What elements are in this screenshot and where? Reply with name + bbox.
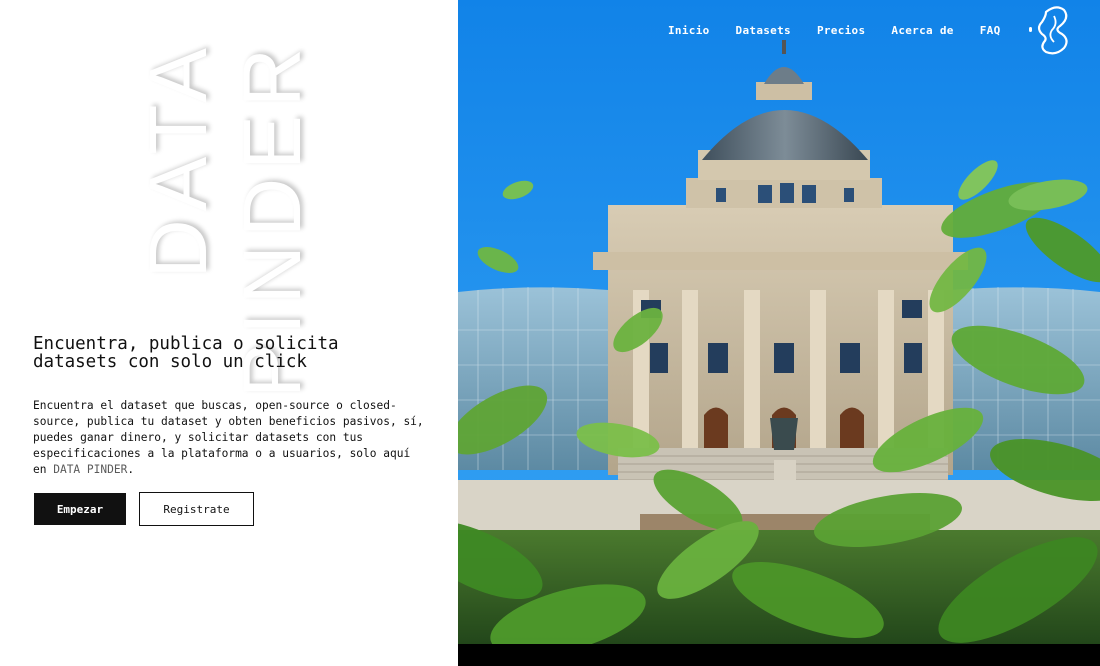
register-button[interactable]: Registrate (139, 492, 254, 526)
start-button[interactable]: Empezar (34, 493, 126, 525)
nav-link-precios[interactable]: Precios (817, 24, 865, 37)
nav-link-acerca-de[interactable]: Acerca de (891, 24, 953, 37)
hero-description-brand: DATA PINDER (53, 463, 128, 476)
background-word-data: DATA (133, 40, 224, 279)
nav-indicator-dot (1029, 27, 1032, 32)
hero-description: Encuentra el dataset que buscas, open-so… (33, 398, 428, 478)
nav-link-datasets[interactable]: Datasets (736, 24, 791, 37)
nav-link-faq[interactable]: FAQ (980, 24, 1001, 37)
nav-link-inicio[interactable]: Inicio (668, 24, 710, 37)
hero-left-panel: DATA PINDER Encuentra, publica o solicit… (0, 0, 458, 666)
hero-image (458, 0, 1100, 666)
building-photo (458, 0, 1100, 666)
hero-headline: Encuentra, publica o solicita datasets c… (33, 334, 339, 372)
bottom-bar (458, 644, 1100, 666)
main-nav: Inicio Datasets Precios Acerca de FAQ (668, 22, 1001, 38)
dp-logo-icon[interactable] (1034, 6, 1076, 56)
hero-description-end: . (127, 463, 135, 476)
